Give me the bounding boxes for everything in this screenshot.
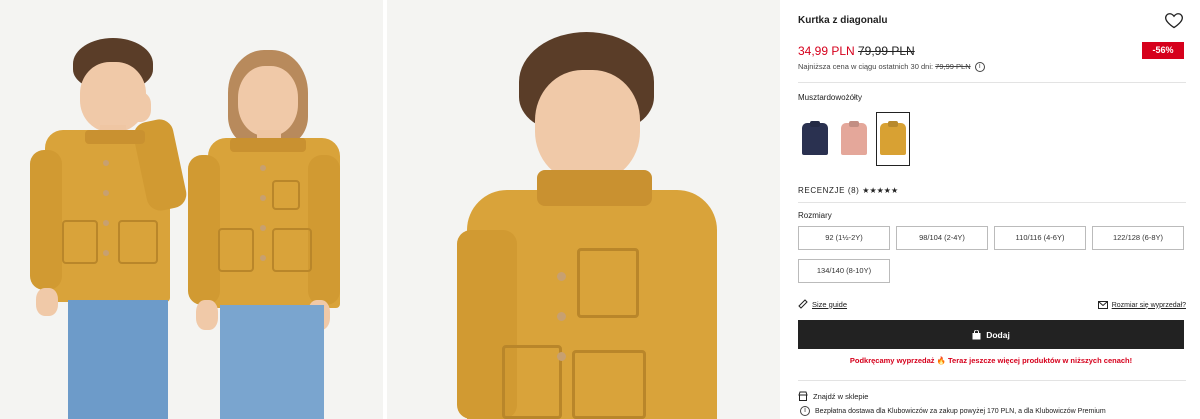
jacket-thumbnail-mustard <box>880 123 906 155</box>
product-image-2[interactable] <box>387 0 780 419</box>
size-option[interactable]: 98/104 (2-4Y) <box>896 226 988 250</box>
jacket-thumbnail-navy <box>802 123 828 155</box>
boy-figure <box>0 0 200 419</box>
info-icon[interactable]: i <box>974 62 985 73</box>
old-price: 79,99 PLN <box>858 44 915 58</box>
size-option[interactable]: 122/128 (6-8Y) <box>1092 226 1184 250</box>
mail-icon <box>1097 301 1108 309</box>
discount-badge: -56% <box>1142 42 1184 59</box>
lowest-price-note: Najniższa cena w ciągu ostatnich 30 dni:… <box>798 62 985 73</box>
divider <box>798 82 1186 83</box>
jacket-thumbnail-pink <box>841 123 867 155</box>
promo-banner[interactable]: Podkręcamy wyprzedaż 🔥 Teraz jeszcze wię… <box>798 356 1184 365</box>
product-image-1[interactable] <box>0 0 383 419</box>
add-to-bag-button[interactable]: Dodaj <box>798 320 1184 349</box>
promo-text-end: Teraz jeszcze więcej produktów w niższyc… <box>948 356 1133 365</box>
divider <box>798 380 1186 381</box>
product-info-panel: Kurtka z diagonalu 34,99 PLN 79,99 PLN -… <box>798 0 1186 419</box>
add-to-bag-label: Dodaj <box>986 329 1010 340</box>
size-guide-link[interactable]: Size guide <box>798 299 847 309</box>
current-price: 34,99 PLN <box>798 44 855 58</box>
fire-icon: 🔥 <box>936 356 946 365</box>
find-in-store-link[interactable]: Znajdź w sklepie <box>798 391 868 401</box>
size-sold-out-label: Rozmiar się wyprzedał? <box>1111 301 1186 309</box>
lowest-price-label: Najniższa cena w ciągu ostatnich 30 dni: <box>798 62 934 71</box>
size-guide-label: Size guide <box>812 299 848 309</box>
bag-icon <box>972 329 981 339</box>
boy-closeup-figure <box>387 0 780 419</box>
ruler-icon <box>798 299 808 309</box>
selected-color-name: Musztardowożółty <box>798 93 863 102</box>
size-option[interactable]: 134/140 (8-10Y) <box>798 259 890 283</box>
color-swatch-navy[interactable] <box>798 112 832 166</box>
color-swatch-mustard[interactable] <box>876 112 910 166</box>
color-swatch-pink[interactable] <box>837 112 871 166</box>
girl-figure <box>180 0 380 419</box>
size-sold-out-link[interactable]: Rozmiar się wyprzedał? <box>1097 301 1186 309</box>
promo-text-start: Podkręcamy wyprzedaż <box>849 356 935 365</box>
reviews-link[interactable]: RECENZJE (8) ★★★★★ <box>798 186 898 195</box>
store-icon <box>798 391 808 401</box>
favorite-heart-icon[interactable] <box>1164 10 1184 30</box>
rating-stars: ★★★★★ <box>862 186 899 195</box>
sizes-label: Rozmiary <box>798 211 832 220</box>
lowest-price-value: 79,99 PLN <box>935 62 971 71</box>
find-in-store-label: Znajdź w sklepie <box>813 391 869 401</box>
divider <box>798 202 1186 203</box>
delivery-text: Bezpłatna dostawa dla Klubowiczów za zak… <box>815 407 1106 415</box>
reviews-label: RECENZJE (8) <box>798 186 860 195</box>
product-title: Kurtka z diagonalu <box>798 15 888 26</box>
size-option[interactable]: 92 (1½-2Y) <box>798 226 890 250</box>
size-option[interactable]: 110/116 (4-6Y) <box>994 226 1086 250</box>
delivery-info: i Bezpłatna dostawa dla Klubowiczów za z… <box>798 406 1106 416</box>
info-icon: i <box>800 406 810 416</box>
